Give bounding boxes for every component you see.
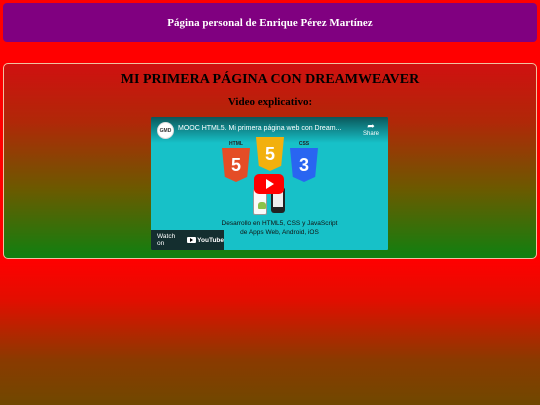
html-logo-label: HTML	[229, 141, 243, 147]
page-title: MI PRIMERA PÁGINA CON DREAMWEAVER	[120, 72, 420, 87]
css3-icon: CSS 3	[290, 141, 318, 184]
video-heading: Video explicativo:	[227, 96, 313, 108]
watch-on-label: Watch on	[157, 233, 176, 247]
channel-avatar[interactable]: GMD	[157, 122, 174, 139]
page-header: Página personal de Enrique Pérez Martíne…	[3, 3, 537, 42]
youtube-play-box	[187, 237, 197, 243]
share-icon: ➦	[367, 121, 375, 131]
css-logo-label: CSS	[298, 141, 310, 147]
html5-icon: HTML 5	[222, 141, 250, 184]
youtube-icon: YouTube	[187, 237, 224, 244]
description-line-1: Desarrollo en HTML5, CSS y JavaScript	[221, 220, 338, 227]
share-label: Share	[362, 131, 379, 137]
video-title-link[interactable]: MOOC HTML5. Mi primera página web con Dr…	[178, 125, 341, 132]
html5-shield: 5	[222, 148, 250, 182]
youtube-wordmark: YouTube	[197, 236, 224, 244]
channel-badge-text: GMD	[159, 127, 172, 134]
css3-shield: 3	[290, 148, 318, 182]
watch-on-youtube-button[interactable]: Watch on YouTube	[151, 230, 224, 250]
main-section: MI PRIMERA PÁGINA CON DREAMWEAVER Video …	[3, 63, 537, 259]
js-shield-icon: 5	[256, 137, 284, 173]
play-icon	[266, 179, 274, 189]
js-shield: 5	[256, 137, 284, 171]
android-icon	[258, 202, 266, 209]
share-button[interactable]: ➦ Share	[362, 121, 380, 138]
youtube-embed[interactable]: GMD MOOC HTML5. Mi primera página web co…	[151, 117, 388, 250]
header-title: Página personal de Enrique Pérez Martíne…	[167, 16, 373, 29]
play-button[interactable]	[254, 174, 284, 194]
